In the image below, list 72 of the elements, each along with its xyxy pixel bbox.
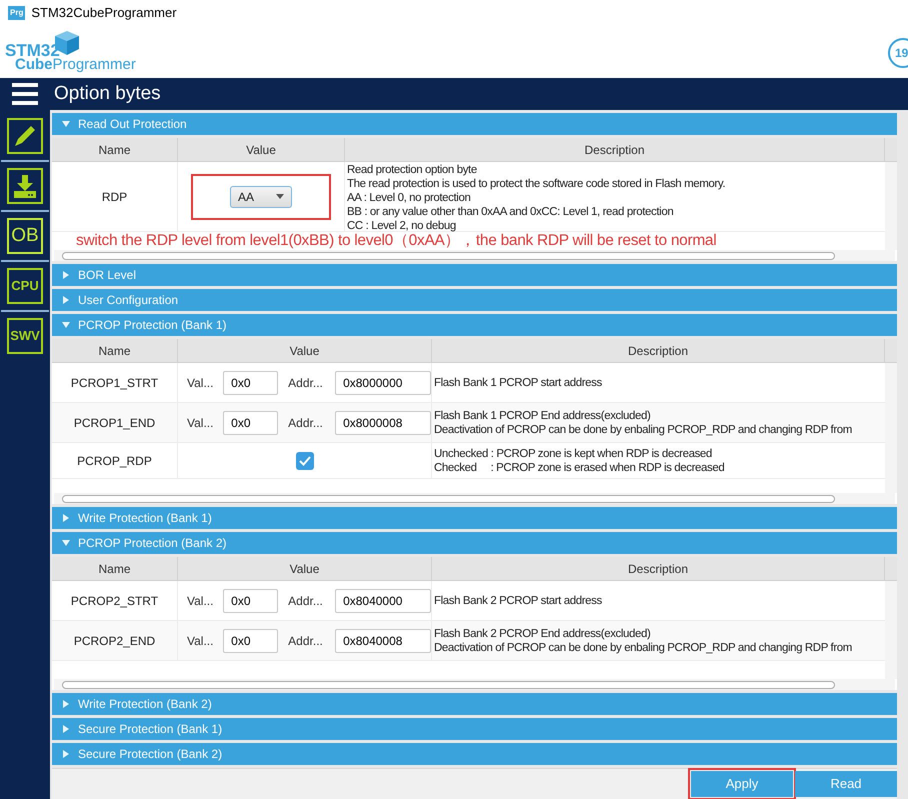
page-title: Option bytes (50, 78, 908, 110)
description-text: CC : Level 2, no debug (347, 219, 457, 233)
collapse-arrow-icon (62, 321, 70, 329)
field-label: Val... (187, 592, 214, 610)
anniversary-badge: 19 (888, 38, 908, 68)
field-label: Val... (187, 414, 214, 432)
address-field[interactable]: 0x8040008 (335, 628, 431, 652)
value-field[interactable]: 0x0 (223, 588, 278, 612)
table-cell: PCROP2_STRT (52, 581, 178, 620)
download-icon[interactable] (7, 168, 43, 204)
description-text: Unchecked : PCROP zone is kept when RDP is decreased (434, 446, 713, 460)
menu-icon[interactable] (12, 83, 38, 105)
value-dropdown[interactable]: AA (230, 186, 292, 208)
table-cell: PCROP1_END (52, 403, 178, 442)
value-field[interactable]: 0x0 (223, 628, 278, 652)
address-field[interactable]: 0x8040000 (335, 588, 431, 612)
collapse-arrow-icon (62, 539, 70, 547)
description-text: Flash Bank 1 PCROP End address(excluded) (434, 408, 652, 422)
expand-arrow-icon (62, 750, 70, 758)
sidebar-tab[interactable]: OB (7, 218, 43, 254)
expand-arrow-icon (62, 725, 70, 733)
sidebar-tab[interactable]: CPU (7, 268, 43, 304)
collapse-arrow-icon (62, 120, 70, 128)
description-text: The read protection is used to protect the software code stored in Flash memory. (347, 177, 726, 191)
field-label: Addr... (288, 592, 324, 610)
column-header[interactable]: Value (178, 339, 432, 362)
expand-arrow-icon (62, 700, 70, 708)
checkmark-icon (298, 456, 310, 466)
column-header[interactable]: Value (178, 138, 345, 161)
column-header[interactable]: Value (178, 557, 432, 580)
expand-arrow-icon (62, 296, 70, 304)
checkbox[interactable] (296, 452, 314, 470)
column-header[interactable]: Description (432, 339, 885, 362)
field-label: Addr... (288, 632, 324, 650)
caret-icon (276, 194, 284, 199)
table-cell: PCROP2_END (52, 621, 178, 660)
horizontal-scrollbar[interactable] (54, 679, 895, 690)
edit-icon[interactable] (7, 118, 43, 154)
sidebar-tab[interactable]: SWV (7, 318, 43, 354)
field-label: Addr... (288, 374, 324, 392)
description-text: Read protection option byte (347, 163, 478, 177)
app-logo: STM32 CubeProgrammer (5, 30, 135, 76)
address-field[interactable]: 0x8000008 (335, 410, 431, 434)
column-header[interactable]: Name (52, 557, 178, 580)
value-field[interactable]: 0x0 (223, 410, 278, 434)
description-text: Flash Bank 2 PCROP start address (434, 594, 603, 608)
field-label: Addr... (288, 414, 324, 432)
column-header[interactable]: Name (52, 339, 178, 362)
description-text: Deactivation of PCROP can be done by enbaling PCROP_RDP and changing RDP from (434, 422, 853, 436)
annotation-text: switch the RDP level from level1(0xBB) to level0（0xAA），the bank RDP will be reset to normal (76, 232, 716, 250)
horizontal-scrollbar[interactable] (54, 493, 895, 504)
expand-arrow-icon (62, 514, 70, 522)
description-text: Checked : PCROP zone is erased when RDP is decreased (434, 460, 726, 474)
column-header[interactable]: Name (52, 138, 178, 161)
horizontal-scrollbar[interactable] (54, 250, 895, 261)
column-header[interactable]: Description (345, 138, 885, 161)
table-cell: PCROP1_STRT (52, 363, 178, 402)
expand-arrow-icon (62, 271, 70, 279)
description-text: BB : or any value other than 0xAA and 0xCC: Level 1, read protection (347, 205, 674, 219)
address-field[interactable]: 0x8000000 (335, 370, 431, 394)
table-cell: PCROP_RDP (52, 443, 178, 478)
table-cell: RDP (52, 162, 178, 231)
description-text: Deactivation of PCROP can be done by enbaling PCROP_RDP and changing RDP from (434, 640, 853, 654)
field-label: Val... (187, 632, 214, 650)
window-title: STM32CubeProgrammer (31, 4, 177, 22)
description-text: Flash Bank 1 PCROP start address (434, 376, 603, 390)
app-icon: Prg (8, 6, 26, 20)
value-field[interactable]: 0x0 (223, 370, 278, 394)
field-label: Val... (187, 374, 214, 392)
description-text: Flash Bank 2 PCROP End address(excluded) (434, 626, 652, 640)
description-text: AA : Level 0, no protection (347, 191, 472, 205)
column-header[interactable]: Description (432, 557, 885, 580)
